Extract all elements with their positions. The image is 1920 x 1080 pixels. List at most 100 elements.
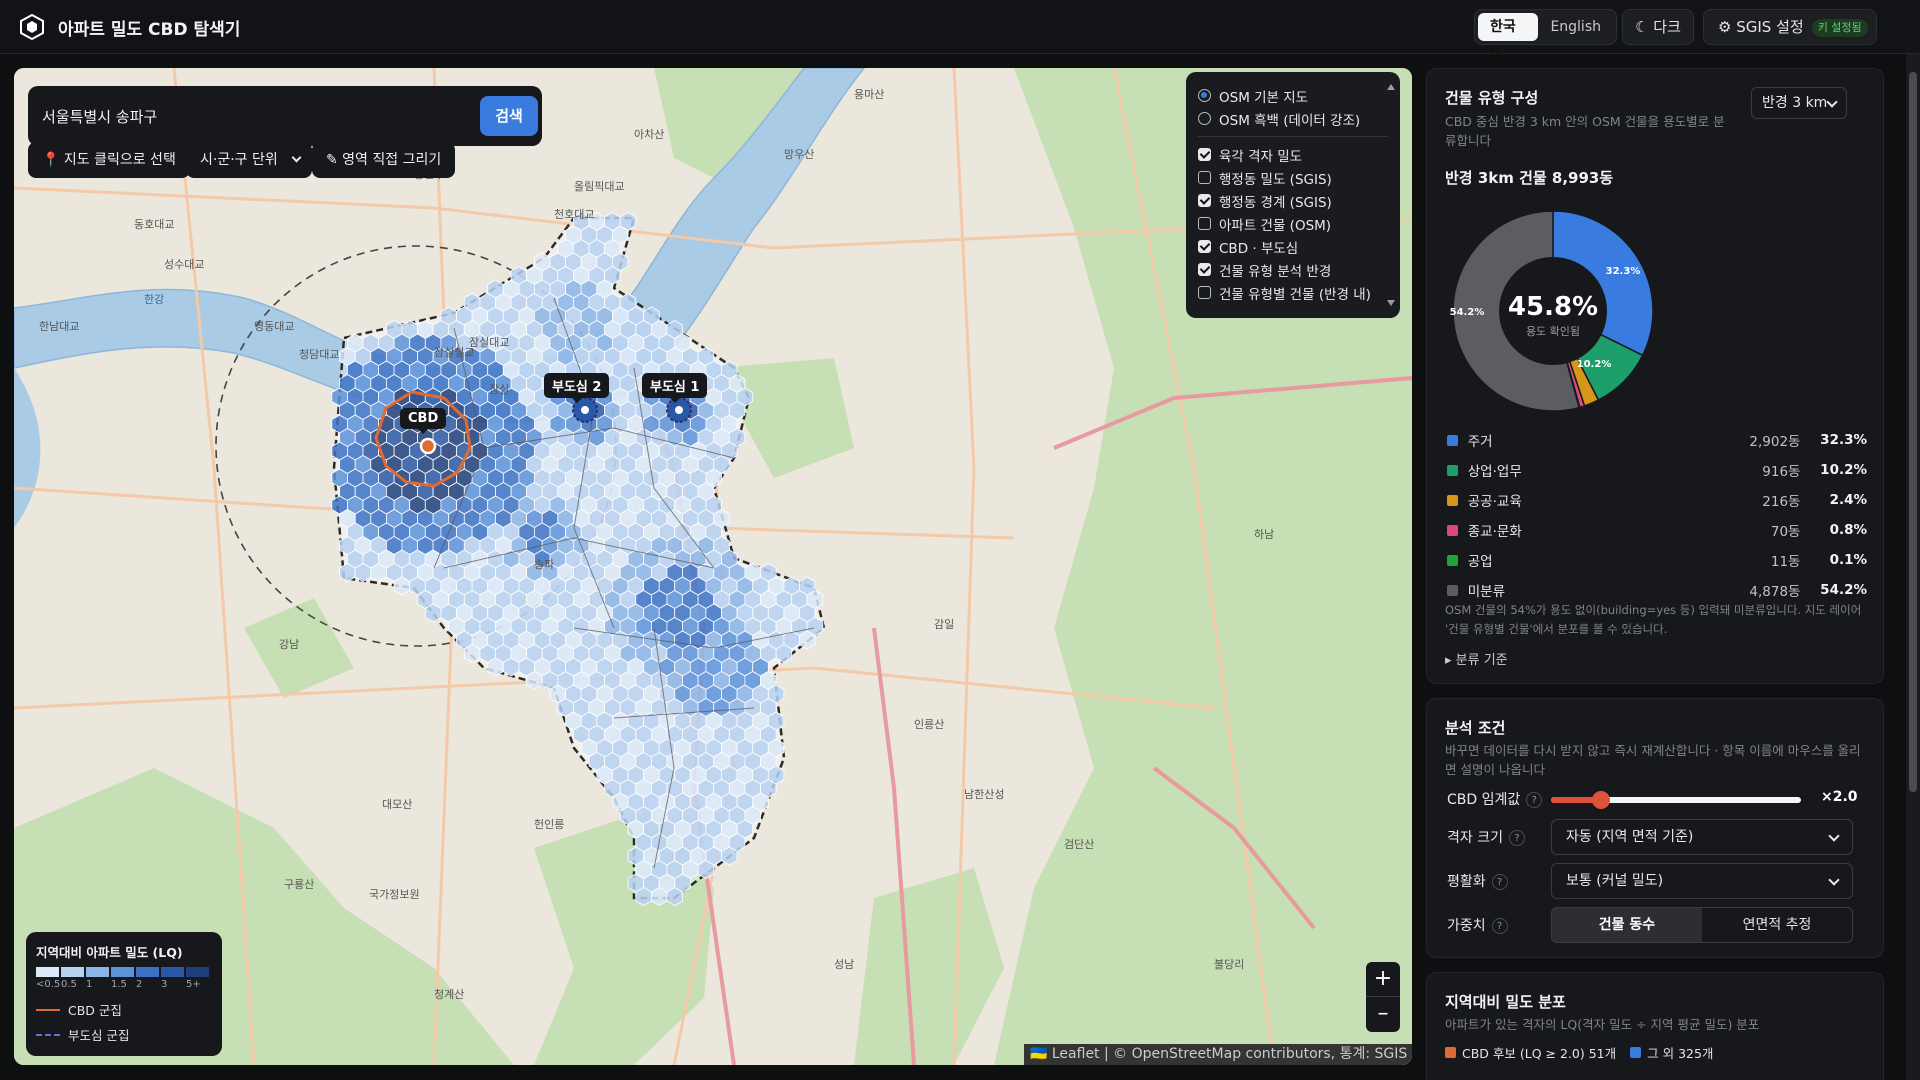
type-color-swatch <box>1447 524 1458 536</box>
zoom-in-button[interactable]: + <box>1366 962 1400 997</box>
map-place-label: 잠실대교 <box>469 336 509 349</box>
map-place-label: 하남 <box>1254 527 1274 541</box>
slice-label: 10.2% <box>1577 359 1612 370</box>
legend-swatch <box>86 967 109 977</box>
type-count: 916동 <box>1762 464 1801 480</box>
scrollbar-thumb[interactable] <box>1909 72 1917 792</box>
map-attribution[interactable]: 🇺🇦 Leaflet | © OpenStreetMap contributor… <box>1024 1044 1412 1065</box>
overlay-option[interactable]: 건물 유형 분석 반경 <box>1198 258 1388 281</box>
help-icon[interactable]: ? <box>1508 830 1525 846</box>
draw-area-button[interactable]: ✎ 영역 직접 그리기 <box>312 142 456 178</box>
threshold-slider[interactable] <box>1551 791 1801 809</box>
cbd-line-swatch <box>36 1008 60 1011</box>
distribution-legend-other: 그 외 325개 <box>1647 1046 1714 1061</box>
grid-size-select[interactable]: 자동 (지역 면적 기준) <box>1551 819 1853 855</box>
map-place-label: 용마산 <box>854 88 884 101</box>
building-type-row: 공업 11동 0.1% <box>1447 549 1867 571</box>
lang-korean-button[interactable]: 한국어 <box>1478 13 1539 63</box>
overlay-label: 행정동 밀도 (SGIS) <box>1219 171 1332 188</box>
window-scrollbar[interactable] <box>1906 54 1920 1080</box>
zoom-control: + – <box>1366 962 1400 1032</box>
smoothing-label-row: 평활화? <box>1447 871 1508 891</box>
checkbox-icon[interactable] <box>1198 286 1211 299</box>
basemap-option[interactable]: OSM 흑백 (데이터 강조) <box>1198 107 1388 130</box>
overlay-option[interactable]: 아파트 건물 (OSM) <box>1198 212 1388 235</box>
help-icon[interactable]: ? <box>1491 918 1508 934</box>
legend-tick: 5+ <box>186 979 201 990</box>
scroll-down-icon[interactable] <box>1387 300 1395 306</box>
legend-swatch <box>111 967 134 977</box>
type-count: 2,902동 <box>1749 434 1801 450</box>
legend-tick: 2 <box>136 979 143 990</box>
basemap-label: OSM 흑백 (데이터 강조) <box>1219 112 1361 129</box>
type-count: 216동 <box>1762 494 1801 510</box>
overlay-option[interactable]: 행정동 경계 (SGIS) <box>1198 189 1388 212</box>
checkbox-checked-icon[interactable] <box>1198 148 1211 161</box>
hex-cell <box>635 887 652 906</box>
search-button[interactable]: 검색 <box>480 96 538 136</box>
search-input[interactable] <box>42 96 462 136</box>
overlay-option[interactable]: 행정동 밀도 (SGIS) <box>1198 166 1388 189</box>
map-place-label: 아차산 <box>634 128 664 141</box>
building-type-row: 종교·문화 70동 0.8% <box>1447 519 1867 541</box>
overlay-label: CBD · 부도심 <box>1219 240 1299 257</box>
lang-english-button[interactable]: English <box>1538 13 1613 41</box>
density-legend: 지역대비 아파트 밀도 (LQ) <0.5 0.5 1 1.5 2 3 5+ CBD 군집 … <box>26 932 222 1056</box>
radio-selected-icon[interactable] <box>1198 89 1211 102</box>
type-name: 공업 <box>1467 554 1493 570</box>
map-click-select-button[interactable]: 📍 지도 클릭으로 선택 <box>28 142 190 178</box>
radio-icon[interactable] <box>1198 112 1211 125</box>
overlay-label: 건물 유형별 건물 (반경 내) <box>1219 286 1371 303</box>
checkbox-checked-icon[interactable] <box>1198 194 1211 207</box>
checkbox-checked-icon[interactable] <box>1198 240 1211 253</box>
type-color-swatch <box>1447 464 1458 476</box>
type-color-swatch <box>1447 554 1458 566</box>
type-count: 11동 <box>1770 554 1801 570</box>
checkbox-icon[interactable] <box>1198 217 1211 230</box>
checkbox-checked-icon[interactable] <box>1198 263 1211 276</box>
sgis-settings-button[interactable]: ⚙ SGIS 설정 키 설정됨 <box>1703 9 1877 45</box>
zoom-out-button[interactable]: – <box>1366 997 1400 1032</box>
weight-area-option[interactable]: 연면적 추정 <box>1702 908 1852 942</box>
slider-thumb[interactable] <box>1592 791 1610 809</box>
map-place-label: 남한산성 <box>964 788 1004 801</box>
map-place-label: 강남 <box>279 638 299 651</box>
slice-label: 54.2% <box>1450 307 1485 318</box>
legend-tick: 0.5 <box>61 979 77 990</box>
hex-cell <box>502 657 520 677</box>
type-percent: 0.1% <box>1829 552 1868 568</box>
overlay-option[interactable]: 건물 유형별 건물 (반경 내) <box>1198 281 1388 304</box>
classification-note: OSM 건물의 54%가 용도 없이(building=yes 등) 입력돼 미… <box>1445 603 1862 636</box>
slice-label: 32.3% <box>1606 266 1641 277</box>
scroll-up-icon[interactable] <box>1387 84 1395 90</box>
legend-tick: 1.5 <box>111 979 127 990</box>
overlay-option[interactable]: CBD · 부도심 <box>1198 235 1388 258</box>
app-title: 아파트 밀도 CBD 탐색기 <box>58 20 241 40</box>
checkbox-icon[interactable] <box>1198 171 1211 184</box>
sub-center-1-marker[interactable] <box>673 404 685 416</box>
layer-panel-scrollbar[interactable] <box>1386 82 1396 308</box>
type-name: 상업·업무 <box>1467 464 1522 480</box>
help-icon[interactable]: ? <box>1526 792 1543 808</box>
type-name: 주거 <box>1467 434 1493 450</box>
theme-toggle-button[interactable]: ☾ 다크 <box>1622 9 1694 45</box>
overlay-label: 건물 유형 분석 반경 <box>1219 263 1332 280</box>
help-icon[interactable]: ? <box>1491 874 1508 890</box>
map-place-label: 천호대교 <box>554 207 594 221</box>
sub-center-2-marker[interactable] <box>579 404 591 416</box>
weight-count-option[interactable]: 건물 동수 <box>1552 908 1702 942</box>
unit-select[interactable]: 시·군·구 단위 <box>186 142 312 178</box>
type-name: 공공·교육 <box>1467 494 1522 510</box>
classification-criteria-toggle[interactable]: ▸ 분류 기준 <box>1445 649 1508 668</box>
hex-cell <box>463 644 481 663</box>
cbd-marker[interactable] <box>419 437 437 455</box>
smoothing-select[interactable]: 보통 (커널 밀도) <box>1551 863 1853 899</box>
map-place-label: 망우산 <box>784 148 814 161</box>
radius-select[interactable]: 반경 3 km <box>1751 87 1847 119</box>
basemap-option[interactable]: OSM 기본 지도 <box>1198 84 1388 107</box>
legend-tick: <0.5 <box>36 979 61 990</box>
overlay-option[interactable]: 육각 격자 밀도 <box>1198 143 1388 166</box>
legend-title: 지역대비 아파트 밀도 (LQ) <box>36 945 183 960</box>
map-view[interactable]: 한강 잠실대교 올림픽대교 잠실철교 천호대교 영동대교 청담대교 동호대교 성… <box>14 68 1412 1065</box>
hex-cell <box>487 657 504 677</box>
